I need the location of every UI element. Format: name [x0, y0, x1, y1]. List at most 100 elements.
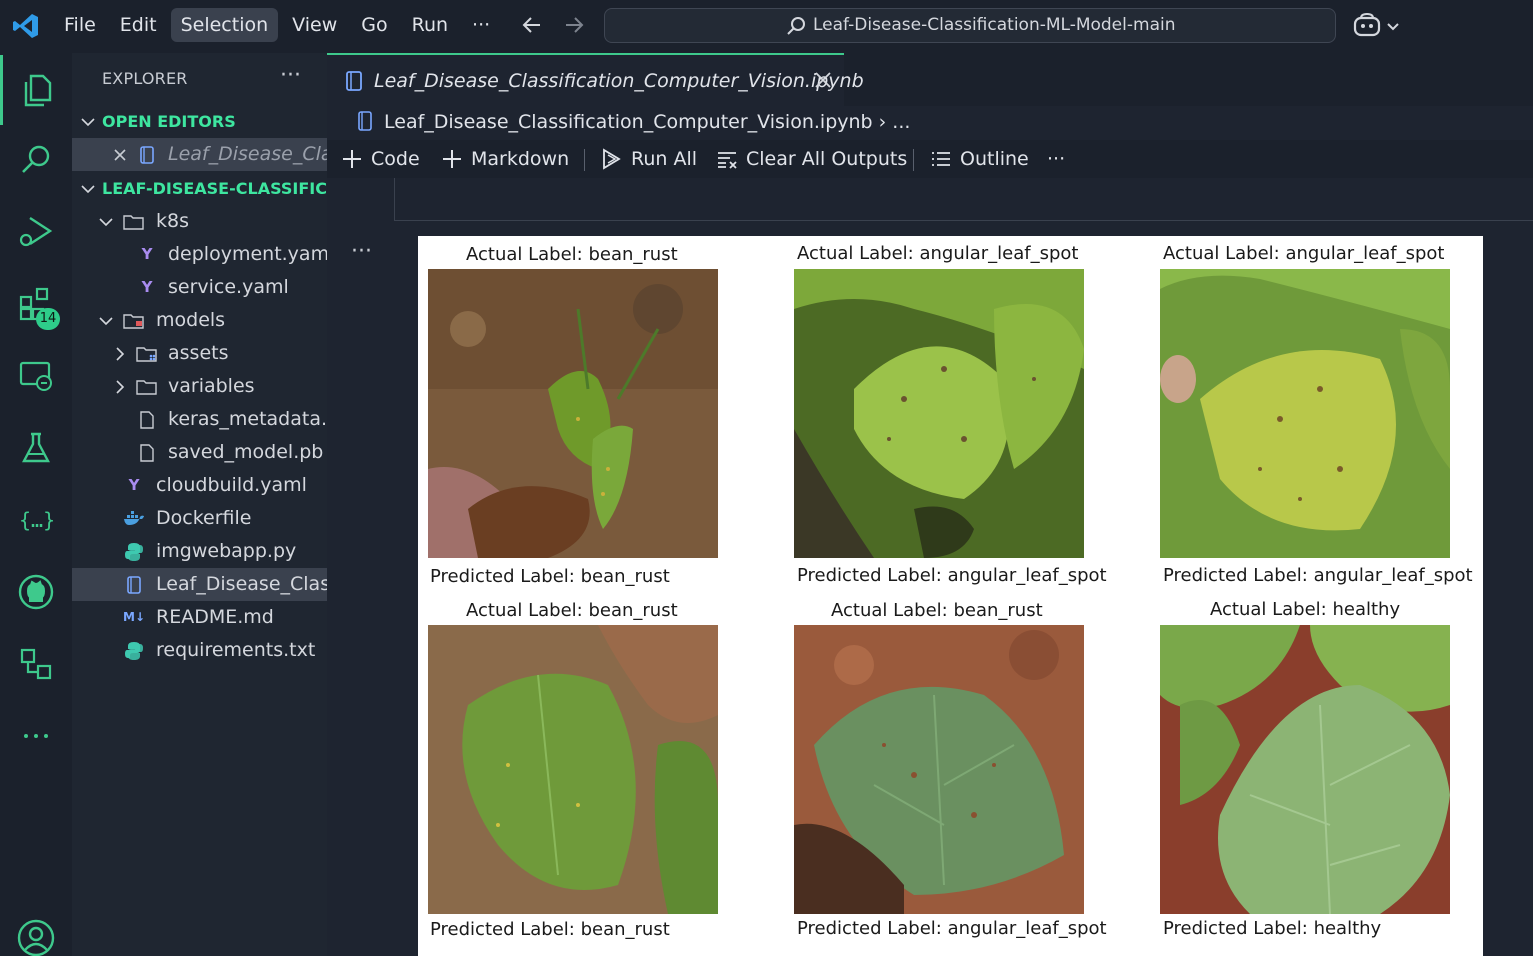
tree-item-k8s[interactable]: k8s	[72, 205, 327, 238]
github-icon	[18, 574, 54, 610]
nav-arrows	[520, 10, 586, 40]
tree-item-notebook[interactable]: Leaf_Disease_Clas...	[72, 568, 327, 601]
command-center-search[interactable]: Leaf-Disease-Classification-ML-Model-mai…	[604, 8, 1336, 43]
testing-activity[interactable]	[0, 413, 72, 483]
explorer-more-button[interactable]: ···	[280, 63, 301, 88]
add-markdown-label: Markdown	[471, 148, 570, 170]
tree-item-imgwebapp[interactable]: imgwebapp.py	[72, 535, 327, 568]
clear-outputs-label: Clear All Outputs	[746, 148, 908, 170]
source-control-activity[interactable]	[0, 629, 72, 699]
back-arrow-icon[interactable]	[520, 10, 544, 40]
cell-more-button[interactable]: ···	[351, 239, 372, 264]
tree-item-readme[interactable]: M↓ README.md	[72, 601, 327, 634]
outline-label: Outline	[960, 148, 1029, 170]
file-icon	[136, 403, 158, 436]
run-all-icon	[603, 148, 621, 170]
open-editor-item[interactable]: Leaf_Disease_Cla...	[72, 138, 327, 171]
github-activity[interactable]	[0, 557, 72, 627]
predicted-label: Predicted Label: bean_rust	[430, 919, 670, 940]
actual-label: Actual Label: bean_rust	[831, 600, 1043, 621]
run-debug-activity[interactable]	[0, 197, 72, 267]
tree-item-deployment[interactable]: Y deployment.yaml	[72, 238, 327, 271]
json-activity[interactable]: {…}	[0, 485, 72, 555]
tree-label: saved_model.pb	[168, 441, 324, 463]
menu-view[interactable]: View	[282, 8, 347, 42]
remote-explorer-activity[interactable]	[0, 341, 72, 411]
tree-item-models[interactable]: models	[72, 304, 327, 337]
tree-label: keras_metadata....	[168, 408, 327, 430]
copilot-icon[interactable]	[1352, 12, 1402, 40]
tree-item-requirements[interactable]: requirements.txt	[72, 634, 327, 667]
menu-go[interactable]: Go	[351, 8, 397, 42]
menu-more[interactable]: ···	[462, 8, 500, 42]
leaf-photo-image	[1160, 269, 1450, 558]
tree-item-cloudbuild[interactable]: Y cloudbuild.yaml	[72, 469, 327, 502]
forward-arrow-icon[interactable]	[562, 10, 586, 40]
run-all-button[interactable]: Run All	[601, 140, 697, 178]
clear-outputs-button[interactable]: Clear All Outputs	[716, 140, 907, 178]
menu-run[interactable]: Run	[402, 8, 458, 42]
outline-button[interactable]: Outline	[930, 140, 1029, 178]
close-icon[interactable]	[813, 70, 833, 90]
close-icon[interactable]	[109, 138, 131, 171]
add-code-button[interactable]: Code	[341, 140, 420, 178]
open-editors-section[interactable]: OPEN EDITORS	[72, 105, 327, 138]
accounts-activity[interactable]	[0, 903, 72, 956]
notebook-icon	[346, 71, 362, 91]
tree-label: k8s	[156, 210, 189, 232]
breadcrumb-text[interactable]: Leaf_Disease_Classification_Computer_Vis…	[384, 106, 910, 138]
search-icon	[787, 17, 805, 35]
leaf-photo	[1160, 625, 1450, 914]
yaml-icon: Y	[141, 278, 153, 296]
menu-file[interactable]: File	[54, 8, 106, 42]
add-markdown-button[interactable]: Markdown	[441, 140, 569, 178]
tree-label: cloudbuild.yaml	[156, 474, 307, 496]
tree-item-saved-model[interactable]: saved_model.pb	[72, 436, 327, 469]
predicted-label: Predicted Label: bean_rust	[430, 566, 670, 587]
extensions-activity[interactable]: 14	[0, 269, 72, 339]
vscode-logo-icon	[13, 14, 38, 38]
actual-label: Actual Label: angular_leaf_spot	[797, 243, 1079, 264]
tree-item-variables[interactable]: variables	[72, 370, 327, 403]
project-section[interactable]: LEAF-DISEASE-CLASSIFICA...	[72, 172, 327, 205]
search-activity[interactable]	[0, 125, 72, 195]
connections-icon	[20, 648, 52, 680]
outline-icon	[932, 152, 950, 166]
actual-label: Actual Label: bean_rust	[466, 244, 678, 265]
more-activity[interactable]	[0, 701, 72, 771]
leaf-photo	[794, 625, 1084, 914]
tree-item-keras-metadata[interactable]: keras_metadata....	[72, 403, 327, 436]
toolbar-more-label: ···	[1047, 148, 1066, 170]
chevron-down-icon	[80, 172, 96, 205]
folder-closed-icon	[136, 370, 158, 403]
tree-item-assets[interactable]: assets	[72, 337, 327, 370]
markdown-icon: M↓	[123, 610, 145, 624]
toolbar-divider	[584, 149, 585, 171]
activity-bar: 14 {…}	[0, 53, 72, 956]
explorer-title: EXPLORER	[102, 69, 188, 88]
tree-item-service[interactable]: Y service.yaml	[72, 271, 327, 304]
remote-explorer-icon	[19, 361, 52, 391]
python-icon	[123, 535, 145, 568]
leaf-photo-image	[428, 269, 718, 558]
plus-icon	[443, 150, 461, 168]
menu-selection[interactable]: Selection	[170, 8, 279, 42]
menu-edit[interactable]: Edit	[110, 8, 167, 42]
chevron-down-icon	[80, 105, 96, 138]
notebook-icon	[358, 111, 372, 131]
explorer-activity[interactable]	[0, 55, 72, 125]
notebook-icon	[136, 138, 158, 171]
output-figure: Actual Label: bean_rust Predicted Label:…	[418, 236, 1483, 956]
svg-text:{…}: {…}	[19, 508, 55, 532]
tree-item-dockerfile[interactable]: Dockerfile	[72, 502, 327, 535]
plus-icon	[343, 150, 361, 168]
tab-notebook[interactable]: Leaf_Disease_Classification_Computer_Vis…	[327, 53, 864, 106]
tree-label: README.md	[156, 606, 274, 628]
toolbar-more-button[interactable]: ···	[1047, 140, 1065, 178]
notebook-icon	[123, 568, 145, 601]
tree-label: Dockerfile	[156, 507, 252, 529]
search-text: Leaf-Disease-Classification-ML-Model-mai…	[813, 15, 1176, 35]
run-debug-icon	[19, 216, 53, 247]
ellipsis-icon	[24, 734, 48, 738]
tree-label: assets	[168, 342, 229, 364]
